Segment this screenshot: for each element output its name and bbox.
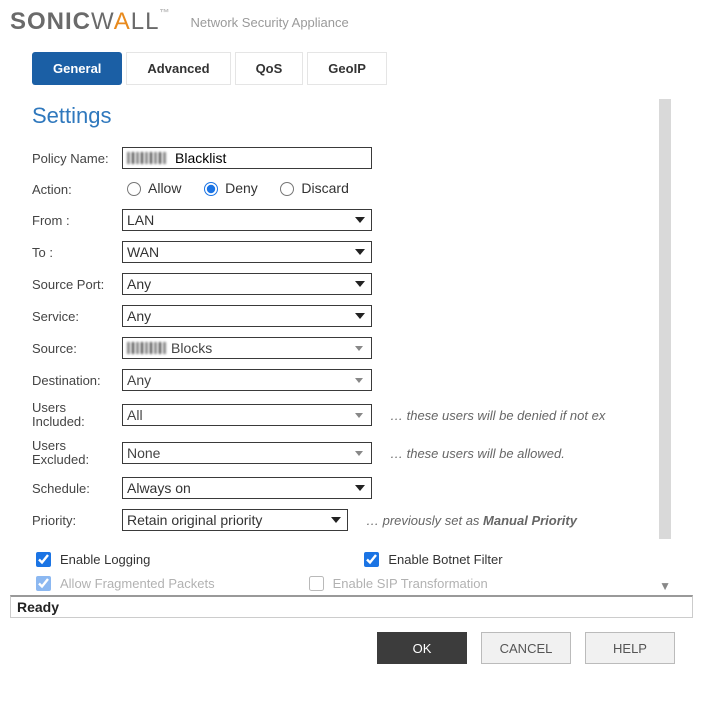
users-excluded-combo[interactable]: None xyxy=(122,442,372,464)
priority-hint: … previously set as Manual Priority xyxy=(366,513,577,528)
users-excluded-label: Users Excluded: xyxy=(32,439,122,467)
policy-name-label: Policy Name: xyxy=(32,151,122,166)
enable-logging-checkbox[interactable] xyxy=(36,552,51,567)
tab-general[interactable]: General xyxy=(32,52,122,85)
to-select[interactable]: WAN xyxy=(122,241,372,263)
source-port-label: Source Port: xyxy=(32,277,122,292)
service-select[interactable]: Any xyxy=(122,305,372,327)
action-allow-radio[interactable] xyxy=(127,182,141,196)
policy-name-input[interactable] xyxy=(171,149,371,167)
from-label: From : xyxy=(32,213,122,228)
enable-botnet-checkbox[interactable] xyxy=(364,552,379,567)
enable-sip-label: Enable SIP Transformation xyxy=(333,576,488,591)
source-label: Source: xyxy=(32,341,122,356)
users-excluded-hint: … these users will be allowed. xyxy=(390,446,565,461)
settings-panel: ▲ Settings Policy Name: Action: Allow De… xyxy=(32,99,671,539)
from-select[interactable]: LAN xyxy=(122,209,372,231)
enable-logging-label: Enable Logging xyxy=(60,552,150,567)
ok-button[interactable]: OK xyxy=(377,632,467,664)
users-included-label: Users Included: xyxy=(32,401,122,429)
priority-select[interactable]: Retain original priority xyxy=(122,509,348,531)
action-discard-radio[interactable] xyxy=(280,182,294,196)
tab-qos[interactable]: QoS xyxy=(235,52,304,85)
enable-sip-checkbox[interactable] xyxy=(309,576,324,591)
allow-fragmented-label: Allow Fragmented Packets xyxy=(60,576,215,591)
action-label: Action: xyxy=(32,182,122,197)
scroll-up-icon[interactable]: ▲ xyxy=(659,99,671,107)
lower-section: Enable Logging Enable Botnet Filter Allo… xyxy=(32,549,671,591)
footer-buttons: OK CANCEL HELP xyxy=(0,618,703,674)
action-radio-group: Allow Deny Discard xyxy=(122,179,363,199)
expand-arrow-icon[interactable]: ▼ xyxy=(659,579,671,591)
help-button[interactable]: HELP xyxy=(585,632,675,664)
schedule-label: Schedule: xyxy=(32,481,122,496)
redacted-icon xyxy=(127,342,167,354)
section-title: Settings xyxy=(32,103,647,129)
brand-logo: SONICWALL™ xyxy=(10,8,171,36)
enable-botnet-label: Enable Botnet Filter xyxy=(388,552,502,567)
users-included-combo[interactable]: All xyxy=(122,404,372,426)
redacted-icon xyxy=(127,152,167,164)
source-combo[interactable]: Blocks xyxy=(122,337,372,359)
status-bar: Ready xyxy=(10,595,693,618)
tab-advanced[interactable]: Advanced xyxy=(126,52,230,85)
header-subtitle: Network Security Appliance xyxy=(191,15,349,30)
allow-fragmented-checkbox[interactable] xyxy=(36,576,51,591)
schedule-select[interactable]: Always on xyxy=(122,477,372,499)
service-label: Service: xyxy=(32,309,122,324)
cancel-button[interactable]: CANCEL xyxy=(481,632,571,664)
tab-bar: General Advanced QoS GeoIP xyxy=(0,40,703,85)
users-included-hint: … these users will be denied if not ex xyxy=(390,408,605,423)
to-label: To : xyxy=(32,245,122,260)
priority-label: Priority: xyxy=(32,513,122,528)
source-port-select[interactable]: Any xyxy=(122,273,372,295)
destination-combo[interactable]: Any xyxy=(122,369,372,391)
header: SONICWALL™ Network Security Appliance xyxy=(0,0,703,40)
destination-label: Destination: xyxy=(32,373,122,388)
action-deny-radio[interactable] xyxy=(204,182,218,196)
tab-geoip[interactable]: GeoIP xyxy=(307,52,387,85)
